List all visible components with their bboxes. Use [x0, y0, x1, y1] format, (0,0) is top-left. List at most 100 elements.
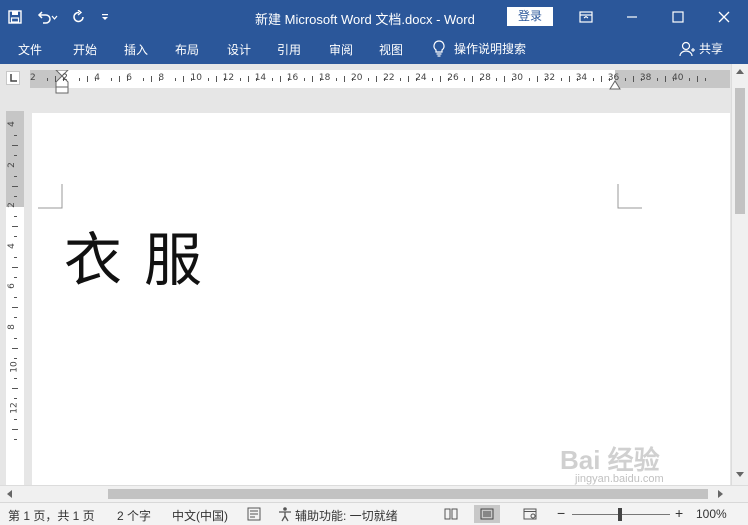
- ruler-tick: [175, 78, 177, 81]
- window-title: 新建 Microsoft Word 文档.docx - Word: [255, 12, 475, 27]
- tab-review[interactable]: 审阅: [329, 41, 353, 58]
- redo-icon[interactable]: [64, 0, 94, 34]
- horizontal-scroll-thumb[interactable]: [108, 489, 708, 499]
- share-label: 共享: [699, 42, 724, 56]
- share-button[interactable]: 共享: [679, 40, 723, 57]
- tab-view[interactable]: 视图: [379, 41, 403, 58]
- tab-insert[interactable]: 插入: [124, 41, 148, 58]
- zoom-level[interactable]: 100%: [696, 507, 727, 521]
- document-text[interactable]: 衣服: [64, 231, 224, 289]
- scroll-up-icon[interactable]: [736, 68, 744, 74]
- ribbon-display-options-icon[interactable]: [563, 0, 609, 34]
- undo-icon[interactable]: [30, 0, 64, 34]
- accessibility-icon[interactable]: [277, 506, 293, 522]
- tab-design[interactable]: 设计: [227, 41, 251, 58]
- ruler-tick: [408, 76, 410, 82]
- scroll-right-icon[interactable]: [718, 490, 724, 498]
- ruler-tick: [119, 76, 121, 82]
- ruler-tick-label: 6: [6, 283, 17, 289]
- ruler-tick: [12, 226, 18, 227]
- word-count[interactable]: 2 个字: [117, 507, 151, 524]
- quick-access-toolbar: [0, 0, 116, 34]
- ruler-tick: [14, 236, 17, 237]
- ruler-tick: [689, 78, 691, 81]
- ruler-tick: [12, 307, 18, 308]
- web-layout-button[interactable]: [517, 505, 543, 523]
- scroll-down-icon[interactable]: [736, 472, 744, 478]
- ruler-tick: [14, 175, 17, 177]
- horizontal-ruler[interactable]: 2 2 4 6 8 10 12 14 16 18 20 22 24 26 28 30 32 34 36 38 40: [30, 70, 730, 94]
- ruler-tick-label: 34: [575, 73, 588, 83]
- page-count[interactable]: 第 1 页，共 1 页: [8, 507, 95, 524]
- print-layout-button[interactable]: [474, 505, 500, 523]
- person-icon: [679, 41, 695, 56]
- ruler-tick: [14, 135, 17, 136]
- ruler-tick: [151, 76, 153, 82]
- ruler-tick: [14, 357, 17, 359]
- tab-references[interactable]: 引用: [277, 41, 301, 58]
- ruler-tick: [335, 78, 337, 81]
- read-mode-button[interactable]: [438, 505, 464, 523]
- ruler-tick: [247, 76, 249, 82]
- ruler-tick: [560, 78, 562, 81]
- ruler-tick: [568, 76, 570, 82]
- vertical-scroll-thumb[interactable]: [735, 88, 745, 214]
- maximize-icon[interactable]: [655, 0, 701, 34]
- vertical-ruler[interactable]: 4 2 2 4 6 8 10 12: [6, 111, 24, 485]
- ruler-tick: [12, 388, 18, 389]
- tab-file[interactable]: 文件: [18, 41, 42, 58]
- ruler-tick-label: 14: [254, 73, 267, 83]
- ruler-tick: [528, 78, 530, 81]
- ruler-tick-label: 38: [639, 73, 652, 83]
- tab-layout[interactable]: 布局: [175, 41, 199, 58]
- ruler-tick: [14, 418, 17, 420]
- ruler-tick: [239, 78, 241, 81]
- tab-home[interactable]: 开始: [73, 41, 97, 58]
- ruler-tick: [536, 76, 538, 82]
- ruler-tick: [183, 76, 185, 82]
- ruler-tick: [14, 297, 17, 298]
- tab-selector[interactable]: [6, 71, 20, 85]
- vertical-scrollbar[interactable]: [731, 64, 748, 485]
- ruler-tick: [279, 76, 281, 82]
- crop-mark-right: [617, 184, 642, 209]
- ruler-tick: [87, 76, 89, 82]
- ruler-tick: [705, 78, 707, 81]
- ruler-tick-label: 10: [190, 73, 202, 83]
- ruler-tick-label: 26: [447, 73, 459, 83]
- ruler-tick-label: 2: [6, 202, 17, 208]
- tell-me-search[interactable]: 操作说明搜索: [432, 40, 526, 57]
- zoom-out-button[interactable]: −: [557, 505, 565, 521]
- ruler-tick: [12, 347, 18, 349]
- zoom-slider-thumb[interactable]: [618, 508, 622, 521]
- status-bar: 第 1 页，共 1 页 2 个字 中文(中国) 辅助功能: 一切就绪 − + 1…: [0, 502, 748, 525]
- ruler-tick: [400, 78, 402, 81]
- customize-qat-icon[interactable]: [94, 0, 116, 34]
- language-indicator[interactable]: 中文(中国): [172, 507, 228, 524]
- scroll-left-icon[interactable]: [6, 490, 12, 498]
- horizontal-scrollbar[interactable]: [0, 485, 748, 502]
- login-button[interactable]: 登录: [507, 7, 553, 26]
- ruler-tick: [14, 317, 17, 318]
- save-icon[interactable]: [0, 0, 30, 34]
- macro-icon[interactable]: [247, 507, 261, 521]
- ruler-tick-label: 32: [543, 73, 556, 83]
- accessibility-status[interactable]: 辅助功能: 一切就绪: [295, 507, 398, 524]
- close-icon[interactable]: [701, 0, 747, 34]
- web-layout-icon: [523, 508, 537, 520]
- tell-me-label: 操作说明搜索: [454, 42, 527, 56]
- crop-mark-left: [38, 184, 63, 209]
- ruler-tick: [14, 337, 17, 339]
- ruler-tick: [664, 76, 666, 82]
- ruler-tick-label: 20: [351, 73, 363, 83]
- zoom-in-button[interactable]: +: [675, 505, 683, 521]
- ruler-tick: [207, 78, 209, 81]
- ruler-tick-label: 22: [383, 73, 395, 83]
- ruler-tick-label: 40: [672, 73, 684, 83]
- ruler-tick: [143, 78, 145, 81]
- minimize-icon[interactable]: [609, 0, 655, 34]
- ruler-tick: [504, 76, 506, 82]
- document-page[interactable]: 衣服: [32, 113, 730, 485]
- ruler-tick: [656, 78, 658, 81]
- ruler-tick: [303, 78, 305, 81]
